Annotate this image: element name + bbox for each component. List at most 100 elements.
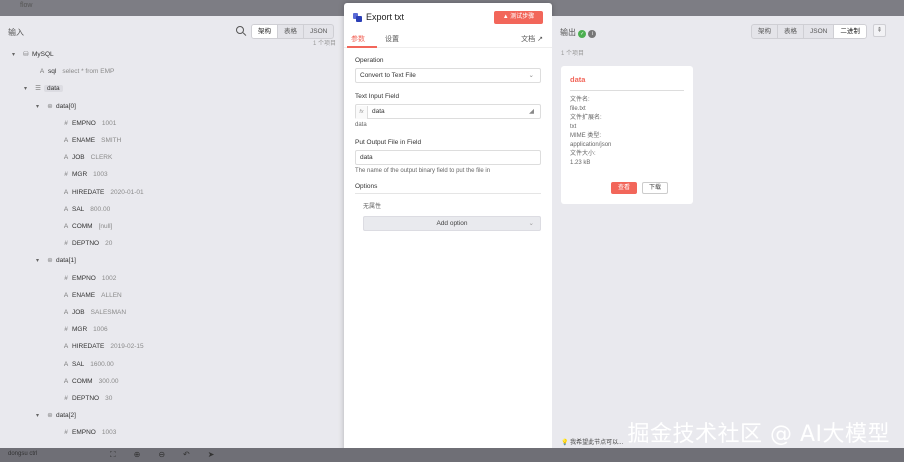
active-tab-indicator [347, 46, 377, 48]
tree-key: EMPNO [72, 429, 96, 437]
tree-row: # EMPNO 1002 [48, 272, 116, 286]
view-button[interactable]: 查看 [611, 182, 637, 194]
tree-key: sql [48, 68, 57, 76]
tree-value: 1003 [101, 429, 117, 437]
input-view-json[interactable]: JSON [304, 25, 333, 38]
add-option-button[interactable]: Add option ⌄ [363, 216, 541, 231]
docs-label: 文档 [521, 36, 536, 43]
input-title: 输入 [8, 28, 24, 37]
tree-row[interactable]: ▾ ⛁ MySQL [12, 48, 60, 62]
tree-key: MGR [72, 326, 88, 334]
tree-row: A SAL 1600.00 [48, 358, 114, 372]
expression-icon[interactable]: fx [356, 106, 368, 119]
input-view-switch: 架构 表格 JSON [251, 24, 335, 39]
number-type-icon: # [64, 274, 68, 282]
output-view-switch: 架构 表格 JSON 二进制 [751, 24, 867, 39]
pin-icon[interactable]: ⇞ [873, 24, 886, 37]
test-step-button[interactable]: ▲ 测试步骤 [494, 11, 543, 24]
fit-view-icon[interactable]: ⛶ [110, 450, 116, 460]
tree-key: DEPTNO [72, 395, 100, 402]
output-view-table[interactable]: 表格 [778, 25, 804, 38]
chevron-down-icon[interactable]: ▾ [36, 254, 44, 268]
external-link-icon: ↗ [537, 36, 543, 43]
tree-value: 20 [105, 240, 113, 248]
tree-key: HIREDATE [72, 188, 105, 196]
docs-link[interactable]: 文档 ↗ [521, 34, 543, 44]
tree-row[interactable]: ▾ ⊜ data[1] [36, 254, 82, 268]
search-icon[interactable] [236, 26, 244, 34]
tree-row: A ENAME SMITH [48, 134, 122, 148]
tree-key: MGR [72, 171, 88, 179]
output-panel: 输出 ✓ i 架构 表格 JSON 二进制 ⇞ 1 个项目 data 文件名: f… [552, 16, 904, 448]
tree-key: data[2] [56, 412, 76, 420]
text-input-field-label: Text Input Field [355, 93, 400, 100]
tree-value: 300.00 [98, 377, 119, 385]
zoom-in-icon[interactable]: ⊕ [134, 450, 141, 460]
number-type-icon: # [64, 171, 68, 179]
tree-row: # DEPTNO 30 [48, 392, 112, 406]
cursor-icon[interactable]: ➤ [208, 450, 215, 460]
text-input-field-hint: data [355, 122, 367, 128]
number-type-icon: # [64, 240, 68, 248]
object-icon: ⊜ [47, 102, 53, 110]
file-info-key: 文件名: [570, 97, 590, 103]
output-view-schema[interactable]: 架构 [752, 25, 778, 38]
tree-key: EMPNO [72, 119, 96, 127]
put-output-field[interactable]: data [355, 150, 541, 165]
output-view-json[interactable]: JSON [804, 25, 835, 38]
tree-row: A HIREDATE 2020-01-01 [48, 186, 144, 200]
tree-row: A COMM 300.00 [48, 375, 119, 389]
tree-row: A ENAME ALLEN [48, 289, 122, 303]
tree-row[interactable]: ▾ ⊜ data[2] [36, 409, 82, 423]
chevron-down-icon[interactable]: ▾ [12, 48, 20, 62]
node-settings-modal: Export txt ▲ 测试步骤 参数 设置 文档 ↗ Operation C… [344, 3, 552, 455]
object-icon: ⊜ [47, 257, 53, 265]
canvas-tools: ⛶ ⊕ ⊖ ↶ ➤ [110, 450, 214, 460]
output-item-count: 1 个项目 [561, 51, 585, 57]
file-info-value: application/json [570, 142, 612, 148]
info-icon[interactable]: i [588, 30, 597, 38]
string-type-icon: A [63, 377, 69, 385]
tree-row: # MGR 1006 [48, 323, 107, 337]
tree-key: data[1] [56, 257, 76, 265]
tree-key: EMPNO [72, 274, 96, 282]
output-view-binary[interactable]: 二进制 [834, 25, 866, 38]
chevron-down-icon[interactable]: ▾ [24, 82, 32, 96]
operation-select[interactable]: Convert to Text File ⌄ [355, 68, 541, 83]
bottom-label: dongsu ctrl [8, 451, 38, 457]
number-type-icon: # [64, 119, 68, 127]
tab-settings[interactable]: 设置 [385, 34, 399, 44]
chevron-down-icon: ⌄ [528, 220, 534, 227]
string-type-icon: A [63, 188, 69, 196]
tree-key: SAL [72, 205, 85, 213]
tree-key: HIREDATE [72, 343, 105, 351]
no-properties-text: 无属性 [363, 204, 382, 210]
chevron-down-icon[interactable]: ▾ [36, 100, 44, 114]
node-title[interactable]: Export txt [366, 12, 404, 22]
input-view-table[interactable]: 表格 [278, 25, 304, 38]
feedback-tip[interactable]: 💡 我希望此节点可以... [561, 437, 623, 446]
resize-handle-icon[interactable]: ◢ [529, 105, 534, 118]
string-type-icon: A [63, 343, 69, 351]
undo-icon[interactable]: ↶ [183, 450, 190, 460]
tree-row: # EMPNO 1003 [48, 426, 116, 440]
tree-row: A JOB SALESMAN [48, 306, 126, 320]
text-input-field[interactable]: fx data ◢ [355, 104, 541, 119]
tree-key: MySQL [32, 51, 54, 58]
tree-key: ENAME [72, 291, 96, 299]
options-label: Options [355, 183, 378, 190]
zoom-out-icon[interactable]: ⊖ [158, 450, 165, 460]
tree-value: 1003 [93, 171, 108, 179]
tree-key: DEPTNO [72, 240, 100, 248]
binary-field-name: data [570, 75, 586, 84]
file-info-value: txt [570, 124, 577, 130]
tree-row[interactable]: ▾ ⊜ data[0] [36, 100, 82, 114]
tree-row[interactable]: ▾ ☰ data [24, 82, 69, 96]
db-icon: ⛁ [23, 51, 29, 58]
chevron-down-icon[interactable]: ▾ [36, 409, 44, 423]
download-button[interactable]: 下载 [642, 182, 668, 194]
tab-parameters[interactable]: 参数 [351, 34, 365, 44]
input-view-schema[interactable]: 架构 [252, 25, 278, 38]
success-check-icon: ✓ [578, 30, 587, 38]
file-info-key: MIME 类型: [570, 133, 601, 139]
